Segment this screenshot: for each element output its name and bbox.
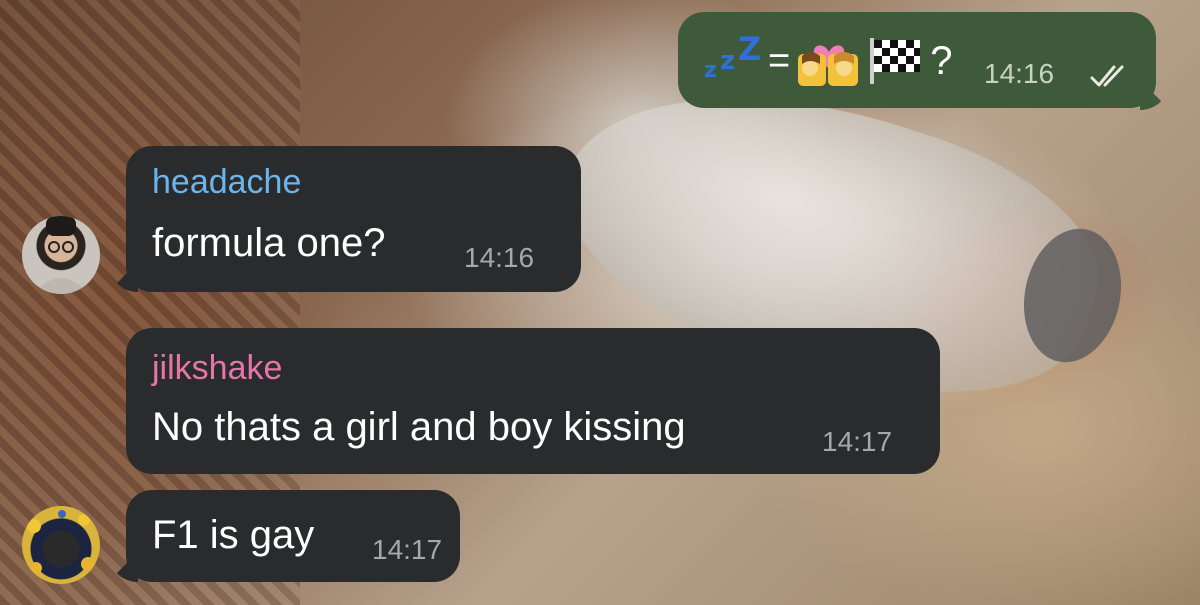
message-bubble-jilkshake[interactable]: jilkshake No thats a girl and boy kissin… xyxy=(126,328,940,474)
kiss-icon xyxy=(798,45,859,86)
outgoing-message-bubble[interactable]: z z Z = ? 14:16 xyxy=(678,12,1156,108)
message-bubble-headache[interactable]: headache formula one? 14:16 xyxy=(126,146,581,292)
sender-name[interactable]: headache xyxy=(152,162,301,202)
avatar-jilkshake[interactable] xyxy=(22,506,100,584)
message-bubble-jilkshake-2[interactable]: F1 is gay 14:17 xyxy=(126,490,460,582)
question-mark: ? xyxy=(930,38,953,83)
incoming-bubble-tail xyxy=(108,552,138,582)
zzz-icon: z z Z xyxy=(704,30,762,83)
checkered-flag-icon xyxy=(870,38,921,84)
outgoing-message-time: 14:16 xyxy=(984,58,1055,89)
incoming-bubble-tail xyxy=(108,262,138,292)
double-check-icon xyxy=(1090,65,1124,87)
avatar-headache[interactable] xyxy=(22,216,100,294)
glasses-icon xyxy=(34,216,88,294)
sunflower-pattern-icon xyxy=(27,510,95,574)
equals-sign: = xyxy=(768,39,791,82)
sender-name[interactable]: jilkshake xyxy=(152,348,282,388)
message-text: No thats a girl and boy kissing xyxy=(152,405,686,449)
message-time: 14:16 xyxy=(464,242,535,273)
message-text: F1 is gay xyxy=(152,513,315,557)
message-text: formula one? xyxy=(152,221,386,265)
message-time: 14:17 xyxy=(822,426,893,457)
message-time: 14:17 xyxy=(372,534,443,565)
outgoing-message-emojis: z z Z = ? xyxy=(704,30,953,88)
